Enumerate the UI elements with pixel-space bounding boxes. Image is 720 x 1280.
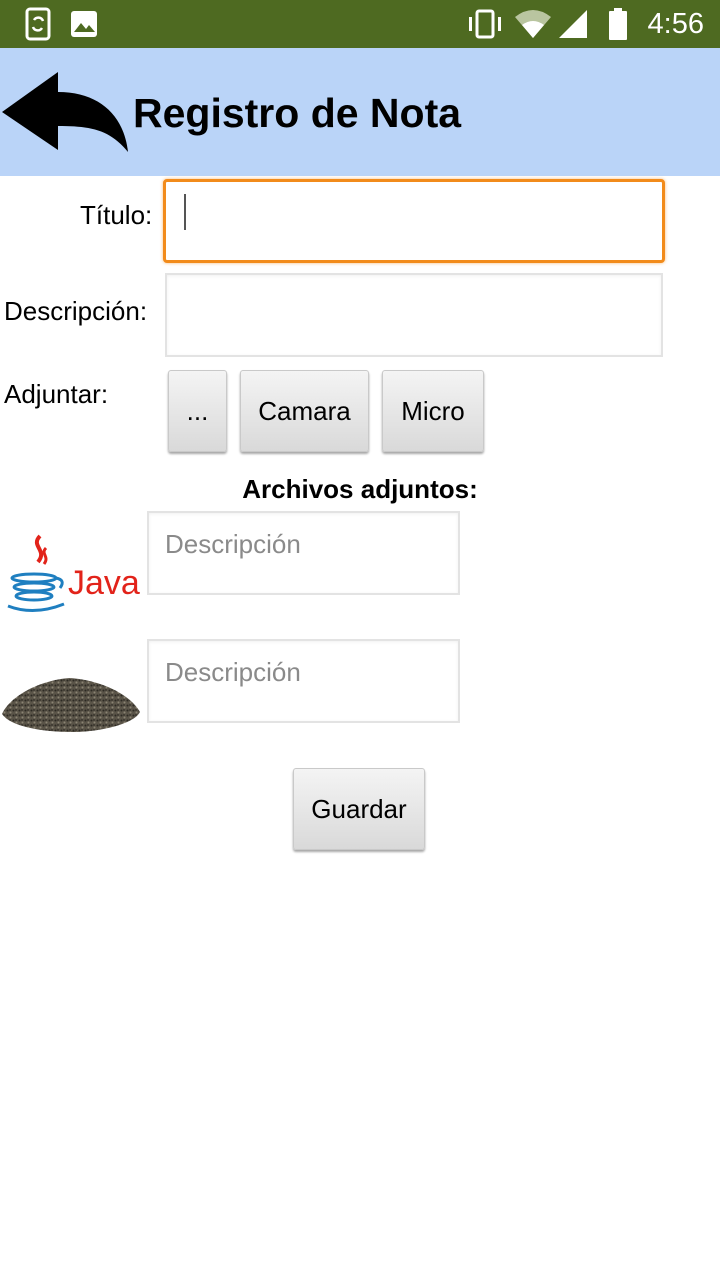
java-logo-thumbnail[interactable]: Java — [2, 532, 142, 616]
camera-button[interactable]: Camara — [240, 370, 369, 452]
back-arrow-icon[interactable] — [0, 68, 132, 156]
titulo-input[interactable] — [166, 182, 662, 260]
attachment-1-description-input[interactable] — [149, 513, 458, 575]
vibrate-icon — [466, 0, 504, 48]
svg-text:Java: Java — [68, 564, 140, 602]
browse-file-button[interactable]: ... — [168, 370, 227, 452]
descripcion-field[interactable] — [165, 273, 663, 357]
attachments-heading: Archivos adjuntos: — [242, 474, 478, 504]
chia-seeds-thumbnail[interactable] — [0, 654, 144, 744]
adjuntar-label: Adjuntar: — [4, 379, 109, 409]
clock: 4:56 — [647, 8, 704, 40]
attachment-2-description-input[interactable] — [149, 641, 458, 703]
descripcion-label: Descripción: — [4, 296, 148, 326]
status-bar: 4:56 — [0, 0, 720, 48]
save-button[interactable]: Guardar — [293, 768, 425, 850]
page-title: Registro de Nota — [133, 90, 462, 136]
wifi-icon — [514, 0, 552, 48]
signal-icon — [558, 0, 588, 48]
image-icon — [70, 0, 98, 48]
descripcion-input[interactable] — [167, 275, 661, 355]
attachment-description-field[interactable] — [147, 511, 460, 595]
text-caret — [184, 194, 186, 230]
battery-icon — [608, 0, 628, 48]
titulo-field[interactable] — [163, 179, 665, 263]
attachment-description-field[interactable] — [147, 639, 460, 723]
phone-sync-icon — [24, 0, 52, 48]
titulo-label: Título: — [80, 200, 153, 230]
app-bar: Registro de Nota — [0, 48, 720, 176]
micro-button[interactable]: Micro — [382, 370, 484, 452]
